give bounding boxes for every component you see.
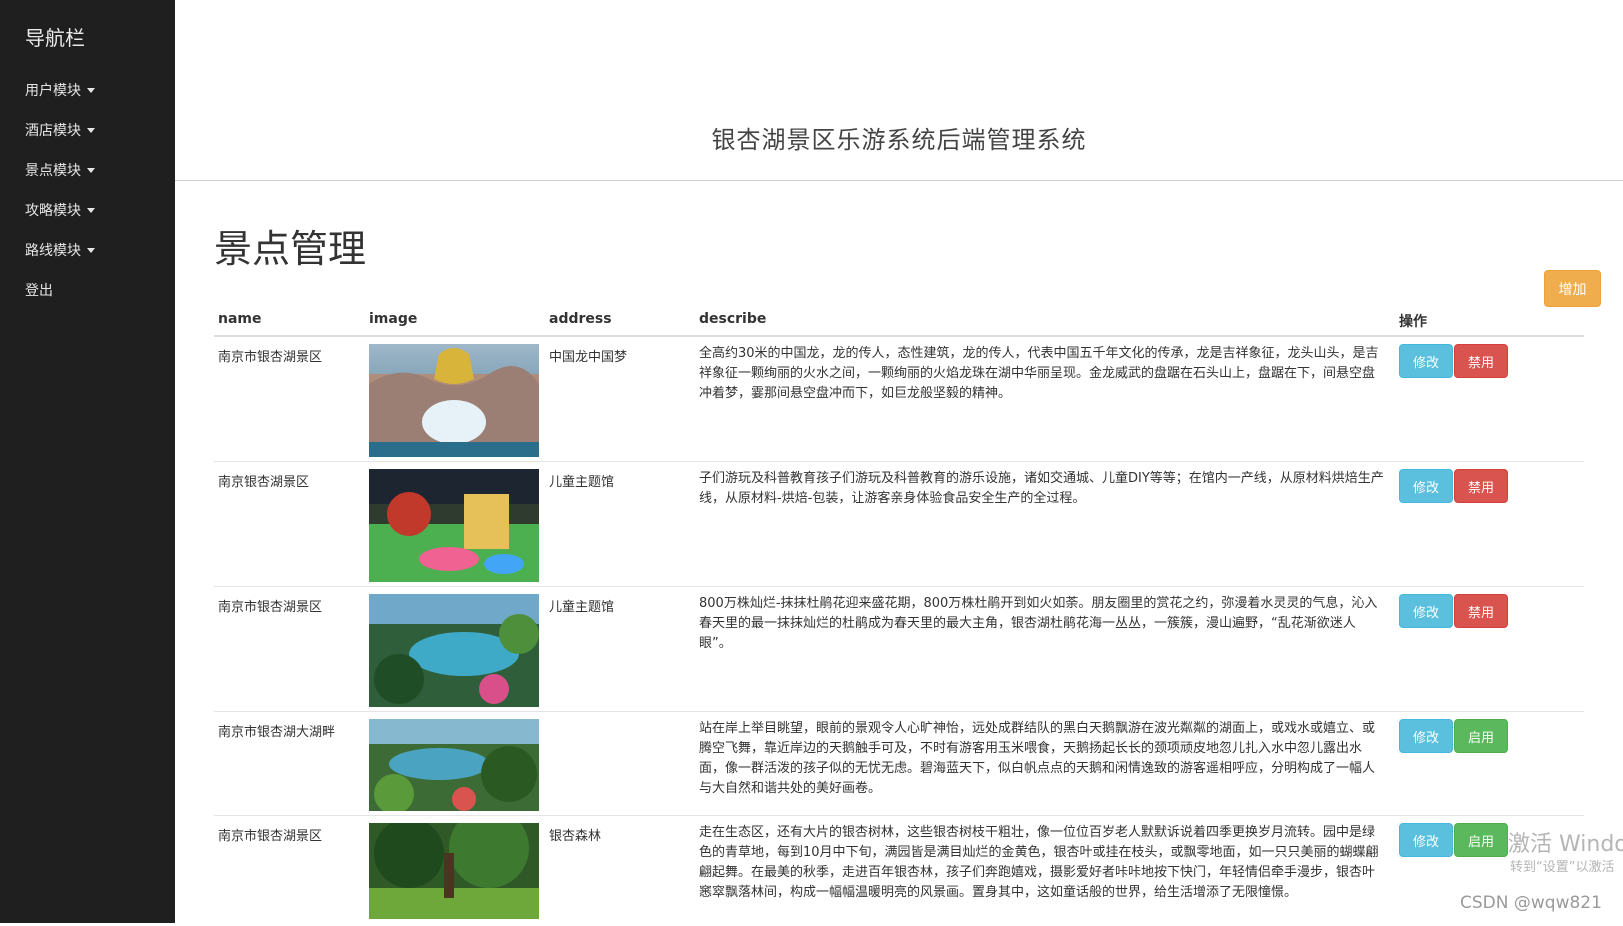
cell-address: 儿童主题馆: [549, 475, 615, 490]
sidebar-item-label: 路线模块: [25, 243, 81, 259]
column-header-image: image: [369, 311, 418, 327]
scenic-table: name image address describe 操作 南京市银杏湖景区 …: [214, 305, 1584, 926]
system-title: 银杏湖景区乐游系统后端管理系统: [711, 126, 1087, 154]
sidebar-item-label: 登出: [25, 283, 53, 299]
header: 银杏湖景区乐游系统后端管理系统: [175, 0, 1623, 181]
table-row: 南京市银杏湖景区 银杏森林 走在生态区，还有大片的银杏树林，这些银杏树枝干粗壮，…: [214, 808, 1584, 926]
disable-button[interactable]: 禁用: [1454, 594, 1508, 628]
sidebar-item-logout[interactable]: 登出: [25, 280, 53, 300]
sidebar-item-label: 景点模块: [25, 163, 81, 179]
enable-button[interactable]: 启用: [1454, 719, 1508, 753]
add-button[interactable]: 增加: [1544, 270, 1601, 307]
caret-down-icon: [87, 167, 95, 173]
sidebar-item-guide-module[interactable]: 攻略模块: [25, 200, 95, 220]
sidebar-item-label: 攻略模块: [25, 203, 81, 219]
csdn-watermark: CSDN @wqw821: [1460, 893, 1602, 913]
cell-describe: 走在生态区，还有大片的银杏树林，这些银杏树枝干粗壮，像一位位百岁老人默默诉说着四…: [699, 825, 1379, 900]
cell-describe: 站在岸上举目眺望，眼前的景观令人心旷神怡，远处成群结队的黑白天鹅飘游在波光粼粼的…: [699, 721, 1376, 796]
cell-address: 中国龙中国梦: [549, 350, 628, 365]
sidebar-item-label: 酒店模块: [25, 123, 81, 139]
cell-address: 儿童主题馆: [549, 600, 615, 615]
sidebar-item-route-module[interactable]: 路线模块: [25, 240, 95, 260]
sidebar-item-scenic-module[interactable]: 景点模块: [25, 160, 95, 180]
edit-button[interactable]: 修改: [1399, 469, 1453, 503]
cell-name: 南京银杏湖景区: [218, 475, 310, 490]
table-header: name image address describe 操作: [214, 305, 1584, 337]
cell-name: 南京市银杏湖景区: [218, 829, 323, 844]
edit-button[interactable]: 修改: [1399, 719, 1453, 753]
column-header-describe: describe: [699, 311, 767, 327]
disable-button[interactable]: 禁用: [1454, 469, 1508, 503]
caret-down-icon: [87, 127, 95, 133]
dragon-fountain-image: [369, 344, 539, 457]
table-row: 南京市银杏湖景区 中国龙中国梦 全高约30米的中国龙，龙的传人，态性建筑，龙的传…: [214, 337, 1584, 462]
column-header-name: name: [218, 311, 262, 327]
cell-address: 银杏森林: [549, 829, 602, 844]
activate-windows-hint: 转到“设置”以激活: [1510, 860, 1615, 875]
disable-button[interactable]: 禁用: [1454, 344, 1508, 378]
column-header-address: address: [549, 311, 612, 327]
edit-button[interactable]: 修改: [1399, 344, 1453, 378]
table-row: 南京银杏湖景区 儿童主题馆 子们游玩及科普教育孩子们游玩及科普教育的游乐设施，诸…: [214, 462, 1584, 587]
cell-describe: 子们游玩及科普教育孩子们游玩及科普教育的游乐设施，诸如交通城、儿童DIY等等；在…: [699, 471, 1384, 506]
cell-describe: 全高约30米的中国龙，龙的传人，态性建筑，龙的传人，代表中国五千年文化的传承，龙…: [699, 346, 1379, 401]
sidebar: 导航栏 用户模块 酒店模块 景点模块 攻略模块 路线模块 登出: [0, 0, 175, 923]
lakeside-forest-image: [369, 719, 539, 814]
sidebar-item-user-module[interactable]: 用户模块: [25, 80, 95, 100]
edit-button[interactable]: 修改: [1399, 823, 1453, 857]
ginkgo-forest-image: [369, 808, 539, 919]
cell-describe: 800万株灿烂-抹抹杜鹃花迎来盛花期，800万株杜鹃开到如火如荼。朋友圈里的赏花…: [699, 596, 1378, 651]
caret-down-icon: [87, 87, 95, 93]
cell-name: 南京市银杏湖景区: [218, 600, 323, 615]
caret-down-icon: [87, 207, 95, 213]
sidebar-item-hotel-module[interactable]: 酒店模块: [25, 120, 95, 140]
caret-down-icon: [87, 247, 95, 253]
column-header-actions: 操作: [1399, 314, 1427, 330]
cell-name: 南京市银杏湖景区: [218, 350, 323, 365]
cell-name: 南京市银杏湖大湖畔: [218, 725, 336, 740]
activate-windows-watermark: 激活 Windows: [1508, 832, 1623, 857]
lake-garden-image: [369, 594, 539, 707]
enable-button[interactable]: 启用: [1454, 823, 1508, 857]
page-title: 景点管理: [214, 227, 367, 271]
kids-playground-image: [369, 469, 539, 582]
table-row: 南京市银杏湖景区 儿童主题馆 800万株灿烂-抹抹杜鹃花迎来盛花期，800万株杜…: [214, 587, 1584, 712]
sidebar-brand[interactable]: 导航栏: [25, 22, 85, 51]
sidebar-item-label: 用户模块: [25, 83, 81, 99]
edit-button[interactable]: 修改: [1399, 594, 1453, 628]
table-row: 南京市银杏湖大湖畔 站在岸上举目眺望，眼前的景观令人心旷神怡，远处成群结队的黑白…: [214, 712, 1584, 816]
